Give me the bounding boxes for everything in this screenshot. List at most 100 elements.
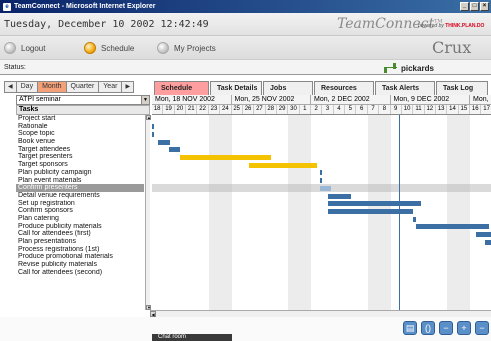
task-row[interactable]: Scope topic bbox=[16, 130, 144, 138]
gantt-grid[interactable] bbox=[152, 115, 491, 310]
gantt-bar[interactable] bbox=[328, 193, 351, 199]
nav-bar: Logout Schedule My Projects Crux bbox=[0, 36, 491, 59]
task-row[interactable]: Revise publicity materials bbox=[16, 261, 144, 269]
maximize-button[interactable]: □ bbox=[470, 2, 479, 11]
user-name: pickards bbox=[401, 63, 434, 73]
view-tab-month[interactable]: Month bbox=[38, 82, 67, 92]
week-label: Mon, 25 NOV 2002 bbox=[232, 95, 311, 104]
schedule-button[interactable]: Schedule bbox=[84, 41, 134, 55]
gantt-bar[interactable] bbox=[152, 124, 155, 130]
day-label: 6 bbox=[356, 105, 368, 114]
window-title: TeamConnect - Microsoft Internet Explore… bbox=[14, 3, 156, 10]
minimize-button[interactable]: _ bbox=[460, 2, 469, 11]
logout-button[interactable]: Logout bbox=[4, 41, 45, 55]
task-row[interactable]: Target presenters bbox=[16, 153, 144, 161]
day-column bbox=[481, 115, 491, 310]
week-label: Mon, 9 DEC 2002 bbox=[391, 95, 470, 104]
gantt-bar[interactable] bbox=[484, 239, 491, 245]
task-scrollbar[interactable]: ▲ ▼ bbox=[145, 115, 151, 310]
gantt-bar[interactable] bbox=[248, 162, 317, 168]
document-icon[interactable]: ▤ bbox=[403, 321, 417, 335]
task-row[interactable]: Project start bbox=[16, 115, 144, 123]
tab-resources[interactable]: Resources bbox=[314, 81, 374, 95]
day-label: 12 bbox=[425, 105, 436, 114]
day-label: 25 bbox=[232, 105, 243, 114]
tab-schedule[interactable]: Schedule bbox=[154, 81, 209, 95]
prev-period-icon[interactable]: ◀ bbox=[5, 82, 17, 92]
task-panel: ATPI seminar ▼ Tasks Project start Ration… bbox=[16, 95, 151, 310]
task-row[interactable]: Produce publicity materials bbox=[16, 223, 144, 231]
task-row[interactable]: Detail venue requirements bbox=[16, 192, 144, 200]
day-label: 5 bbox=[345, 105, 357, 114]
week-label: Mon, 2 DEC 2002 bbox=[311, 95, 391, 104]
brackets-icon[interactable]: () bbox=[421, 321, 435, 335]
task-row[interactable]: Plan publicity campaign bbox=[16, 169, 144, 177]
close-icon[interactable]: − bbox=[475, 321, 489, 335]
task-row[interactable]: Plan presentations bbox=[16, 238, 144, 246]
project-select[interactable]: ATPI seminar ▼ bbox=[16, 95, 150, 105]
plus-icon[interactable]: + bbox=[457, 321, 471, 335]
gantt-bar[interactable] bbox=[169, 147, 181, 153]
task-row[interactable]: Confirm sponsors bbox=[16, 207, 144, 215]
tab-task-details[interactable]: Task Details bbox=[210, 81, 262, 95]
gantt-bar[interactable] bbox=[320, 178, 323, 184]
gantt-bar[interactable] bbox=[415, 224, 490, 230]
gantt-bar[interactable] bbox=[413, 216, 416, 222]
my-projects-button[interactable]: My Projects bbox=[157, 41, 216, 55]
app-header: Tuesday, December 10 2002 12:42:49 TeamC… bbox=[0, 13, 491, 36]
task-row[interactable]: Process registrations (1st) bbox=[16, 246, 144, 254]
day-column bbox=[447, 115, 459, 310]
tab-task-alerts[interactable]: Task Alerts bbox=[375, 81, 435, 95]
day-label: 16 bbox=[470, 105, 482, 114]
user-network-icon bbox=[384, 63, 397, 73]
tool-icons: ▤ () − + − bbox=[403, 321, 489, 335]
task-row[interactable]: Call for attendees (second) bbox=[16, 269, 144, 277]
scroll-up-icon[interactable]: ▲ bbox=[146, 115, 151, 120]
task-list: Project start Rationale Scope topic Book ve… bbox=[16, 115, 144, 276]
view-tab-quarter[interactable]: Quarter bbox=[67, 82, 100, 92]
day-column bbox=[243, 115, 254, 310]
task-row[interactable]: Rationale bbox=[16, 123, 144, 131]
gantt-bar[interactable] bbox=[328, 208, 414, 214]
view-tabs: ◀ Day Month Quarter Year ▶ bbox=[4, 81, 135, 93]
task-row[interactable]: Plan catering bbox=[16, 215, 144, 223]
minus-icon[interactable]: − bbox=[439, 321, 453, 335]
chat-room-tab[interactable]: Chat room bbox=[152, 334, 232, 341]
tab-task-log[interactable]: Task Log bbox=[436, 81, 488, 95]
task-row[interactable]: Plan event materials bbox=[16, 177, 144, 185]
status-label: Status: bbox=[4, 64, 26, 71]
day-column bbox=[197, 115, 208, 310]
gantt-bar[interactable] bbox=[328, 201, 422, 207]
close-button[interactable]: × bbox=[480, 2, 489, 11]
day-label: 30 bbox=[288, 105, 300, 114]
schedule-label: Schedule bbox=[101, 43, 135, 53]
tab-jobs[interactable]: Jobs bbox=[263, 81, 313, 95]
window-titlebar: e TeamConnect - Microsoft Internet Explo… bbox=[0, 0, 491, 13]
gantt-bar[interactable] bbox=[152, 131, 155, 137]
day-label: 8 bbox=[379, 105, 391, 114]
view-tab-year[interactable]: Year bbox=[99, 82, 123, 92]
gantt-bar[interactable] bbox=[157, 139, 171, 145]
tasks-header: Tasks bbox=[16, 105, 150, 115]
task-row[interactable]: Produce promotional materials bbox=[16, 253, 144, 261]
task-row[interactable]: Book venue bbox=[16, 138, 144, 146]
schedule-icon bbox=[84, 42, 96, 54]
my-projects-icon bbox=[157, 42, 169, 54]
task-row[interactable]: Target attendees bbox=[16, 146, 144, 154]
view-tab-day[interactable]: Day bbox=[17, 82, 39, 92]
gantt-bar[interactable] bbox=[320, 170, 323, 176]
gantt-bar[interactable] bbox=[180, 155, 272, 160]
task-row[interactable]: Target sponsors bbox=[16, 161, 144, 169]
next-period-icon[interactable]: ▶ bbox=[122, 82, 133, 92]
gantt-bar[interactable] bbox=[320, 185, 332, 191]
task-row[interactable]: Confirm presenters bbox=[16, 184, 144, 192]
gantt-bar[interactable] bbox=[475, 232, 491, 237]
gantt-hscrollbar[interactable]: ◀ bbox=[150, 310, 491, 317]
task-row[interactable]: Set up registration bbox=[16, 200, 144, 208]
day-header: 18 19 20 21 22 23 24 25 26 27 28 29 30 1 2 3 4 5 6 7 8 9 10 11 1… bbox=[152, 105, 491, 115]
task-row[interactable]: Call for attendees (first) bbox=[16, 230, 144, 238]
day-column bbox=[175, 115, 186, 310]
day-label: 18 bbox=[152, 105, 164, 114]
chevron-down-icon[interactable]: ▼ bbox=[141, 96, 149, 104]
day-column bbox=[220, 115, 232, 310]
